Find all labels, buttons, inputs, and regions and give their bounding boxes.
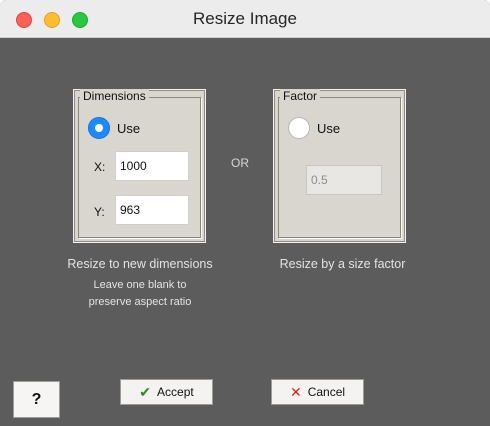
title-bar: Resize Image xyxy=(0,0,490,38)
cancel-label: Cancel xyxy=(307,385,346,399)
x-icon: ✕ xyxy=(289,384,302,400)
check-icon: ✔ xyxy=(139,384,152,400)
x-dimension-input[interactable] xyxy=(115,151,189,181)
y-label: Y: xyxy=(94,205,105,219)
factor-use-label: Use xyxy=(317,120,341,136)
resize-image-dialog: Resize Image Dimensions Use X: Y: OR Fac… xyxy=(0,0,490,426)
dimensions-group: Dimensions Use X: Y: xyxy=(73,89,206,243)
factor-input xyxy=(306,165,382,195)
dimensions-note-line-1: Leave one blank to xyxy=(93,279,187,291)
window-title: Resize Image xyxy=(193,9,297,28)
accept-label: Accept xyxy=(157,385,194,399)
dimensions-caption: Resize to new dimensions xyxy=(67,257,213,271)
factor-legend: Factor xyxy=(280,89,321,103)
dimensions-use-radio[interactable] xyxy=(88,117,110,139)
help-button[interactable]: ? xyxy=(13,381,60,418)
x-label: X: xyxy=(94,160,106,174)
or-separator: OR xyxy=(231,156,249,170)
factor-use-radio[interactable] xyxy=(288,117,310,139)
factor-group: Factor Use xyxy=(273,89,406,243)
dimensions-use-option[interactable]: Use xyxy=(88,117,140,139)
factor-caption: Resize by a size factor xyxy=(279,257,406,271)
dimensions-use-label: Use xyxy=(117,120,141,136)
dimensions-note-line-2: preserve aspect ratio xyxy=(88,296,192,308)
y-dimension-input[interactable] xyxy=(115,195,189,225)
dimensions-legend: Dimensions xyxy=(80,89,149,103)
accept-button[interactable]: ✔ Accept xyxy=(120,379,213,405)
cancel-button[interactable]: ✕ Cancel xyxy=(271,379,364,405)
factor-use-option[interactable]: Use xyxy=(288,117,340,139)
